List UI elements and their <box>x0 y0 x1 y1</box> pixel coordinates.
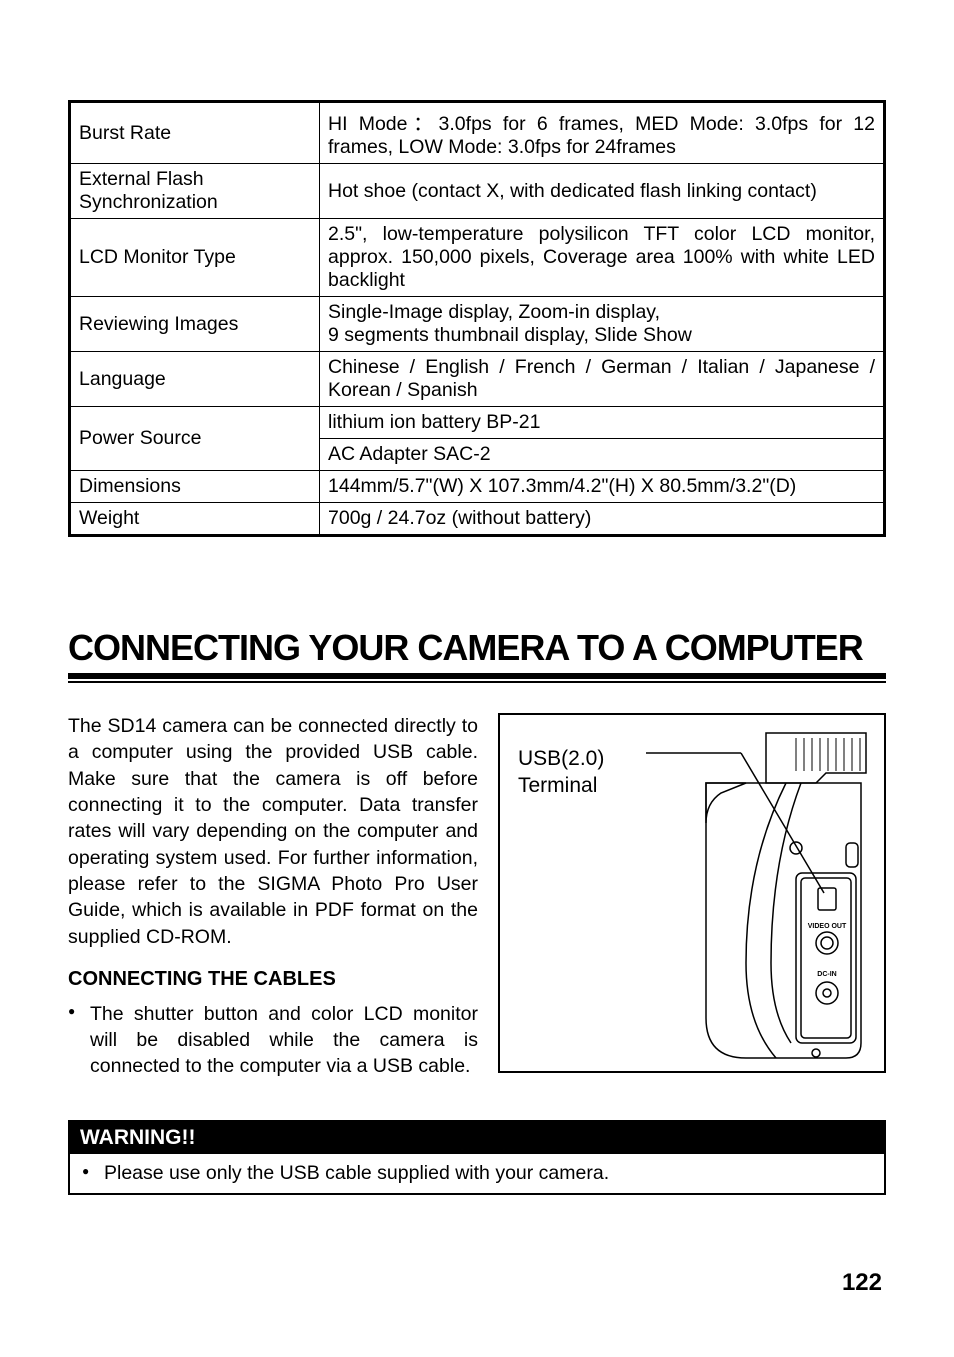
content-row: The SD14 camera can be connected directl… <box>68 713 886 1080</box>
left-column: The SD14 camera can be connected directl… <box>68 713 478 1080</box>
warning-body: Please use only the USB cable supplied w… <box>70 1154 884 1193</box>
spec-value: 2.5", low-temperature polysilicon TFT co… <box>320 219 885 297</box>
spec-label: Language <box>70 352 320 407</box>
spec-value: 700g / 24.7oz (without battery) <box>320 503 885 536</box>
spec-label: External Flash Synchronization <box>70 164 320 219</box>
port-label-dcin: DC-IN <box>817 971 836 978</box>
title-underline <box>68 681 886 683</box>
spec-value: Chinese / English / French / German / It… <box>320 352 885 407</box>
spec-label: Burst Rate <box>70 102 320 164</box>
table-row: LanguageChinese / English / French / Ger… <box>70 352 885 407</box>
table-row: Burst RateHI Mode：3.0fps for 6 frames, M… <box>70 102 885 164</box>
table-row: Power Sourcelithium ion battery BP-21 <box>70 407 885 439</box>
spec-value: Single-Image display, Zoom-in display, 9… <box>320 297 885 352</box>
section-title: CONNECTING YOUR CAMERA TO A COMPUTER <box>68 627 886 679</box>
spec-label: Dimensions <box>70 471 320 503</box>
table-row: Reviewing ImagesSingle-Image display, Zo… <box>70 297 885 352</box>
spec-label: Weight <box>70 503 320 536</box>
spec-label: Power Source <box>70 407 320 471</box>
warning-header: WARNING!! <box>70 1122 884 1154</box>
spec-value: lithium ion battery BP-21 <box>320 407 885 439</box>
spec-label: Reviewing Images <box>70 297 320 352</box>
bullet-list: The shutter button and color LCD monitor… <box>68 1001 478 1080</box>
page-number: 122 <box>842 1269 882 1297</box>
warning-box: WARNING!! Please use only the USB cable … <box>68 1120 886 1195</box>
table-row: LCD Monitor Type2.5", low-temperature po… <box>70 219 885 297</box>
usb-terminal-label: USB(2.0) Terminal <box>518 745 604 800</box>
spec-label: LCD Monitor Type <box>70 219 320 297</box>
camera-diagram: USB(2.0) Terminal <box>498 713 886 1073</box>
table-row: Dimensions144mm/5.7"(W) X 107.3mm/4.2"(H… <box>70 471 885 503</box>
diagram-label-line1: USB(2.0) <box>518 747 604 770</box>
spec-value: 144mm/5.7"(W) X 107.3mm/4.2"(H) X 80.5mm… <box>320 471 885 503</box>
spec-value: AC Adapter SAC-2 <box>320 439 885 471</box>
spec-value: Hot shoe (contact X, with dedicated flas… <box>320 164 885 219</box>
camera-illustration: VIDEO OUT DC-IN <box>646 723 876 1063</box>
warning-bullet: Please use only the USB cable supplied w… <box>80 1160 874 1187</box>
port-label-video: VIDEO OUT <box>808 923 847 930</box>
spec-value: HI Mode：3.0fps for 6 frames, MED Mode: 3… <box>320 102 885 164</box>
specifications-table: Burst RateHI Mode：3.0fps for 6 frames, M… <box>68 100 886 537</box>
bullet-item: The shutter button and color LCD monitor… <box>68 1001 478 1080</box>
diagram-label-line2: Terminal <box>518 774 597 797</box>
sub-heading: CONNECTING THE CABLES <box>68 968 478 991</box>
table-row: External Flash SynchronizationHot shoe (… <box>70 164 885 219</box>
table-row: Weight700g / 24.7oz (without battery) <box>70 503 885 536</box>
body-paragraph: The SD14 camera can be connected directl… <box>68 713 478 950</box>
